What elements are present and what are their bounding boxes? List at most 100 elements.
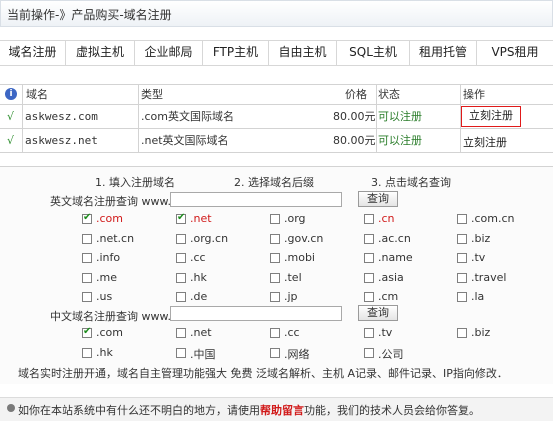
- tld-label: .org: [284, 212, 306, 225]
- english-domain-input[interactable]: [170, 192, 342, 207]
- english-query-button[interactable]: 查询: [358, 191, 398, 207]
- tab-rental-hosting[interactable]: 租用托管: [410, 41, 477, 65]
- chinese-query-button[interactable]: 查询: [358, 305, 398, 321]
- col-header-price: 价格: [345, 88, 367, 101]
- result-status: 可以注册: [378, 110, 422, 123]
- tld-checkbox[interactable]: [82, 272, 92, 283]
- breadcrumb: 当前操作-》产品购买-域名注册: [7, 8, 172, 22]
- tld-label: .gov.cn: [284, 231, 324, 245]
- tld-label: .de: [190, 290, 208, 303]
- tld-checkbox[interactable]: [270, 253, 280, 263]
- tld-checkbox[interactable]: [457, 214, 467, 224]
- tab-enterprise-mail[interactable]: 企业邮局: [135, 41, 203, 65]
- tld-checkbox[interactable]: [82, 348, 92, 358]
- help-footer: 如你在本站系统中有什么还不明白的地方，请使用帮助留言功能，我们的技术人员会给你答…: [0, 397, 553, 421]
- tld-label: .hk: [96, 346, 113, 359]
- tab-sql-host[interactable]: SQL主机: [337, 41, 410, 65]
- footer-text: 如你在本站系统中有什么还不明白的地方，请使用: [18, 404, 260, 417]
- tld-label: .ac.cn: [378, 231, 411, 245]
- english-search-label: 英文域名注册查询 www.: [50, 195, 171, 208]
- tld-checkbox[interactable]: [82, 233, 92, 244]
- tld-label: .net: [190, 212, 212, 225]
- tld-checkbox[interactable]: [82, 326, 92, 338]
- result-type: .net英文国际域名: [141, 134, 229, 147]
- tld-checkbox[interactable]: [457, 328, 467, 338]
- tld-checkbox[interactable]: [270, 233, 280, 244]
- info-icon: i: [5, 88, 17, 100]
- result-domain: askwesz.net: [25, 134, 98, 147]
- tab-domain-register[interactable]: 域名注册: [0, 41, 66, 65]
- tld-checkbox[interactable]: [176, 212, 186, 224]
- tld-label: .travel: [471, 270, 507, 284]
- tld-label: .me: [96, 270, 117, 284]
- tld-checkbox[interactable]: [176, 328, 186, 338]
- tld-checkbox[interactable]: [176, 272, 186, 283]
- step-2: 2. 选择域名后缀: [234, 176, 314, 189]
- tld-checkbox[interactable]: [176, 348, 186, 358]
- tld-label: .cm: [378, 290, 399, 303]
- tld-label: .cc: [284, 326, 300, 339]
- register-now-button[interactable]: 立刻注册: [463, 134, 507, 150]
- tab-virtual-host[interactable]: 虚拟主机: [66, 41, 135, 65]
- result-domain: askwesz.com: [25, 110, 98, 123]
- tld-checkbox[interactable]: [364, 328, 374, 338]
- tld-label: .公司: [378, 348, 404, 361]
- tld-label: .asia: [378, 270, 404, 284]
- tld-checkbox[interactable]: [364, 233, 374, 244]
- tld-label: .tv: [378, 326, 393, 339]
- available-check-icon: √: [7, 110, 15, 123]
- tld-checkbox[interactable]: [176, 253, 186, 263]
- tld-checkbox[interactable]: [82, 212, 92, 224]
- tld-label: .la: [471, 290, 485, 303]
- tld-label: .tv: [471, 251, 486, 264]
- product-tabs: 域名注册 虚拟主机 企业邮局 FTP主机 自由主机 SQL主机 租用托管 VPS…: [0, 40, 553, 66]
- tld-label: .cc: [190, 251, 206, 264]
- col-header-domain: 域名: [26, 88, 48, 101]
- tld-checkbox[interactable]: [364, 292, 374, 302]
- tld-label: .com: [96, 326, 123, 339]
- tld-label: .net.cn: [96, 231, 135, 245]
- help-message-link[interactable]: 帮助留言: [260, 404, 304, 417]
- breadcrumb-bar: 当前操作-》产品购买-域名注册: [0, 0, 553, 27]
- register-now-button[interactable]: 立刻注册: [461, 106, 521, 127]
- tld-label: .com: [96, 212, 123, 225]
- result-price: 80.00元: [333, 134, 376, 147]
- tab-ftp-host[interactable]: FTP主机: [203, 41, 269, 65]
- tld-checkbox[interactable]: [364, 214, 374, 224]
- tld-label: .mobi: [284, 251, 315, 264]
- tld-label: .biz: [471, 326, 491, 339]
- tld-checkbox[interactable]: [364, 253, 374, 263]
- tld-label: .biz: [471, 231, 491, 245]
- tld-label: .us: [96, 290, 113, 303]
- tld-checkbox[interactable]: [457, 292, 467, 302]
- tld-checkbox[interactable]: [176, 233, 186, 244]
- step-3: 3. 点击域名查询: [371, 176, 451, 189]
- result-status: 可以注册: [378, 134, 422, 147]
- tld-checkbox[interactable]: [270, 272, 280, 283]
- tld-checkbox[interactable]: [457, 233, 467, 244]
- tld-checkbox[interactable]: [364, 272, 374, 283]
- bullet-icon: [7, 404, 15, 412]
- col-header-action: 操作: [463, 88, 485, 101]
- tld-checkbox[interactable]: [176, 292, 186, 302]
- tld-checkbox[interactable]: [457, 272, 467, 283]
- tld-label: .name: [378, 251, 413, 264]
- chinese-domain-input[interactable]: [170, 306, 342, 321]
- col-header-type: 类型: [141, 88, 163, 101]
- tab-vps-rental[interactable]: VPS租用: [477, 41, 553, 65]
- tld-checkbox[interactable]: [270, 292, 280, 302]
- tld-checkbox[interactable]: [270, 328, 280, 338]
- tld-checkbox[interactable]: [270, 214, 280, 224]
- tld-label: .tel: [284, 270, 302, 284]
- tld-checkbox[interactable]: [270, 348, 280, 358]
- tld-checkbox[interactable]: [364, 348, 374, 358]
- tld-label: .cn: [378, 212, 395, 225]
- tld-checkbox[interactable]: [82, 253, 92, 263]
- promo-text: 域名实时注册开通，域名自主管理功能强大 免费 泛域名解析、主机 A记录、邮件记录…: [18, 367, 508, 380]
- tld-label: .hk: [190, 270, 207, 284]
- tld-label: .info: [96, 251, 121, 264]
- tab-free-host[interactable]: 自由主机: [269, 41, 337, 65]
- col-header-status: 状态: [378, 88, 400, 101]
- tld-checkbox[interactable]: [82, 292, 92, 302]
- tld-checkbox[interactable]: [457, 253, 467, 263]
